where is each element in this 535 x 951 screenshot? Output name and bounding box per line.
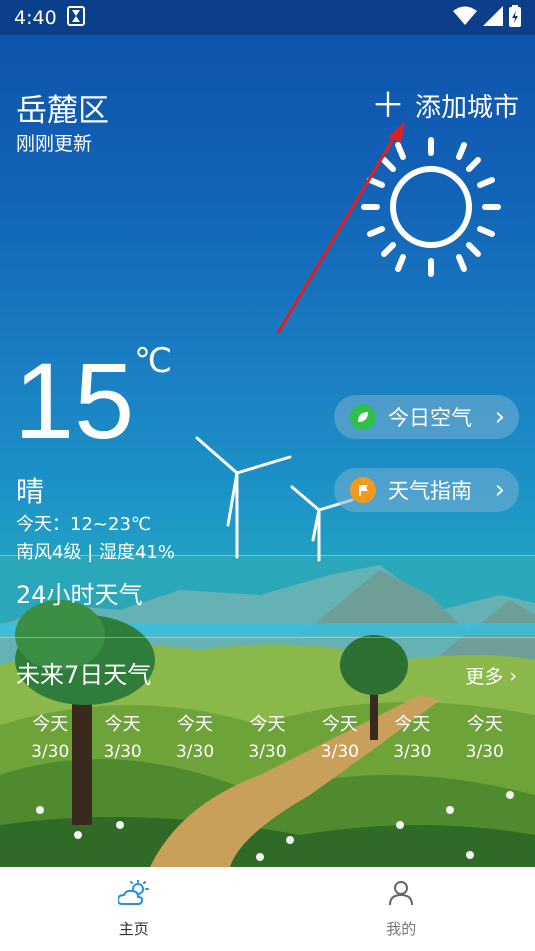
- update-status: 刚刚更新: [16, 133, 93, 155]
- divider: [0, 555, 535, 556]
- hourly-weather-title[interactable]: 24小时天气: [16, 575, 143, 610]
- forecast-day-label: 今天: [104, 714, 141, 735]
- nav-home-label: 主页: [118, 919, 149, 938]
- weather-guide-button[interactable]: 天气指南 ›: [334, 468, 519, 512]
- chevron-right-icon: ›: [494, 402, 505, 432]
- air-quality-label: 今日空气: [388, 406, 472, 430]
- temperature-range: 今天：12~23℃: [16, 514, 152, 535]
- forecast-day-label: 今天: [394, 714, 431, 735]
- forecast-day[interactable]: 今天 3/30: [18, 710, 82, 762]
- forecast-day-label: 今天: [321, 714, 358, 735]
- air-quality-button[interactable]: 今日空气 ›: [334, 395, 519, 439]
- signal-icon: [483, 5, 503, 30]
- add-city-button[interactable]: ＋ 添加城市: [371, 87, 519, 124]
- bottom-navigation: 主页 我的: [0, 867, 535, 951]
- forecast-date: 3/30: [465, 742, 504, 762]
- forecast-day[interactable]: 今天 3/30: [163, 710, 227, 762]
- status-time: 4:40: [14, 6, 57, 29]
- nav-home[interactable]: 主页: [0, 867, 268, 951]
- forecast-day-label: 今天: [249, 714, 286, 735]
- forecast-day-label: 今天: [466, 714, 503, 735]
- wind-humidity: 南风4级 | 湿度41%: [16, 542, 175, 563]
- leaf-icon: [350, 404, 376, 430]
- weather-guide-label: 天气指南: [388, 479, 472, 503]
- temperature-unit: ℃: [134, 341, 173, 381]
- forecast-date: 3/30: [103, 742, 142, 762]
- divider: [0, 637, 535, 638]
- nav-mine-label: 我的: [386, 919, 417, 938]
- city-name[interactable]: 岳麓区: [16, 85, 109, 130]
- plus-icon: ＋: [370, 85, 405, 126]
- weekly-weather-title: 未来7日天气: [16, 661, 152, 689]
- user-icon: [388, 880, 414, 910]
- current-temperature: 15: [14, 340, 135, 461]
- forecast-day[interactable]: 今天 3/30: [453, 710, 517, 762]
- forecast-day[interactable]: 今天 3/30: [235, 710, 299, 762]
- add-city-label: 添加城市: [414, 93, 519, 123]
- flag-icon: [350, 477, 376, 503]
- more-button[interactable]: 更多 ›: [465, 662, 517, 689]
- forecast-day[interactable]: 今天 3/30: [380, 710, 444, 762]
- forecast-list: 今天 3/30 今天 3/30 今天 3/30 今天 3/30 今天 3/30 今天 3/3…: [0, 710, 535, 762]
- status-bar: 4:40: [0, 0, 535, 35]
- weather-condition: 晴: [16, 475, 45, 508]
- forecast-date: 3/30: [175, 742, 215, 762]
- hourglass-icon: [66, 5, 85, 30]
- forecast-day[interactable]: 今天 3/30: [308, 710, 372, 762]
- cloud-sun-icon: [116, 878, 150, 910]
- forecast-date: 3/30: [248, 742, 287, 762]
- chevron-right-icon: ›: [509, 664, 517, 687]
- nav-mine[interactable]: 我的: [268, 867, 535, 951]
- wifi-icon: [453, 6, 477, 30]
- battery-icon: [509, 4, 521, 31]
- forecast-date: 3/30: [31, 742, 70, 762]
- forecast-day-label: 今天: [32, 714, 69, 735]
- forecast-date: 3/30: [320, 742, 359, 762]
- forecast-day[interactable]: 今天 3/30: [91, 710, 155, 762]
- chevron-right-icon: ›: [494, 475, 505, 505]
- weather-background: 岳麓区 刚刚更新 ＋ 添加城市 15 ℃ 晴 今天：12~23℃ 南风4级 | …: [0, 35, 535, 867]
- forecast-date: 3/30: [393, 742, 432, 762]
- more-label: 更多: [465, 666, 504, 688]
- forecast-day-label: 今天: [177, 714, 214, 735]
